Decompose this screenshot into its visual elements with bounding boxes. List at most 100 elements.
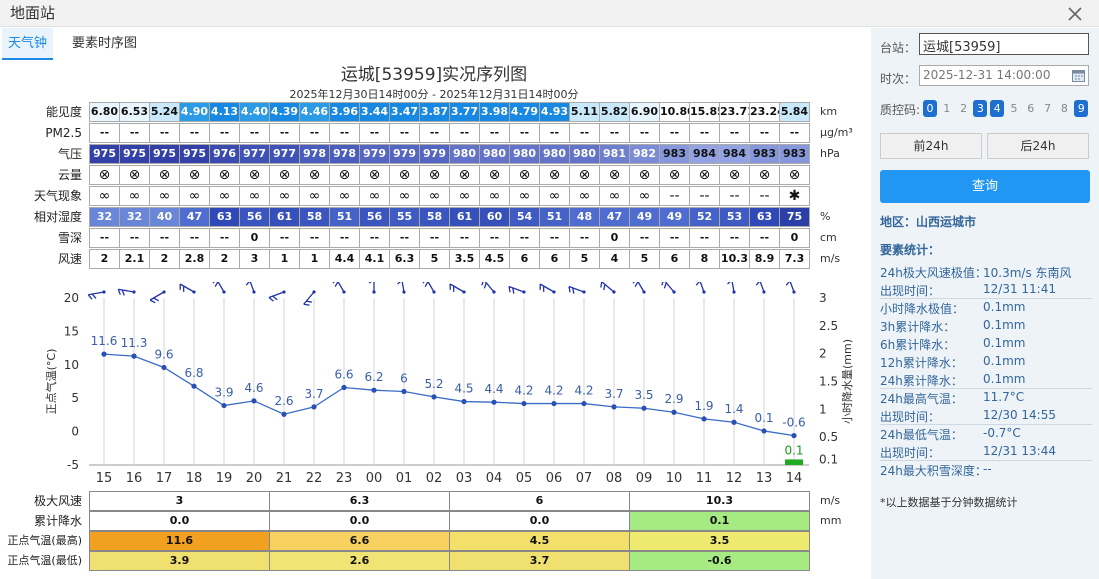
grid-cell: 47 — [599, 207, 630, 227]
grid-cell: ∞ — [569, 186, 600, 206]
grid-cell: -- — [629, 123, 660, 143]
stats-note: *以上数据基于分钟数据统计 — [880, 496, 1018, 509]
temperature-point — [761, 428, 767, 434]
grid-cell: -- — [719, 186, 750, 206]
temperature-point — [431, 394, 437, 400]
grid-cell: 10.3 — [719, 249, 750, 269]
grid-cell: 4.39 — [269, 102, 300, 122]
tab-weather-clock[interactable]: 天气钟 — [2, 28, 54, 60]
grid-cell: ∞ — [209, 186, 240, 206]
wind-barb-icon — [449, 283, 466, 294]
tab-bar: 天气钟 要素时序图 — [0, 28, 868, 60]
grid-cell: 5 — [419, 249, 450, 269]
grid-cell: 63 — [749, 207, 780, 227]
temperature-point — [581, 400, 587, 407]
temperature-data-label: 6.2 — [364, 370, 383, 384]
x-tick-label: 03 — [456, 471, 473, 482]
y2-axis-label: 小时降水量(mm) — [840, 339, 854, 424]
grid-cell: 52 — [689, 207, 720, 227]
x-tick-label: 08 — [606, 471, 623, 482]
y-tick-label: 0 — [71, 425, 79, 439]
stat-label: 出现时间： — [880, 284, 941, 298]
grid-cell: -- — [299, 228, 330, 248]
wind-barb-icon — [726, 282, 736, 294]
grid-cell: ∞ — [299, 186, 330, 206]
next-24h-button[interactable]: 后24h — [987, 133, 1089, 159]
grid-cell: 61 — [269, 207, 300, 227]
y-axis-label: 正点气温(°C) — [44, 349, 58, 415]
qc-code-3[interactable]: 3 — [973, 100, 988, 117]
query-button[interactable]: 查询 — [880, 170, 1090, 203]
grid-cell: ∞ — [629, 186, 660, 206]
qc-code-9[interactable]: 9 — [1074, 100, 1089, 117]
close-icon[interactable] — [1065, 4, 1085, 24]
grid-cell: -- — [509, 123, 540, 143]
grid-cell: -- — [749, 228, 780, 248]
grid-cell: -- — [119, 123, 150, 143]
temperature-point — [551, 400, 557, 407]
grid-cell: -- — [389, 228, 420, 248]
grid-cell: ⊗ — [149, 165, 180, 185]
grid-cell: ⊗ — [779, 165, 810, 185]
summary-cell: 3 — [89, 491, 270, 511]
temperature-data-label: 11.6 — [91, 334, 118, 348]
grid-cell: 54 — [509, 207, 540, 227]
wind-barb-icon — [179, 283, 196, 294]
temperature-point — [101, 351, 107, 357]
summary-row-unit: mm — [820, 514, 842, 527]
x-tick-label: 07 — [576, 471, 593, 482]
time-input[interactable]: 2025-12-31 14:00:00 — [919, 65, 1089, 86]
temperature-data-label: 4.2 — [574, 384, 593, 398]
grid-cell: -- — [749, 123, 780, 143]
grid-cell: ⊗ — [629, 165, 660, 185]
wind-barb-icon — [600, 282, 616, 294]
grid-cell: -- — [449, 228, 480, 248]
grid-row-label: PM2.5 — [45, 126, 82, 140]
grid-cell: ⊗ — [209, 165, 240, 185]
qc-code-0[interactable]: 0 — [923, 100, 937, 117]
tab-element-series[interactable]: 要素时序图 — [66, 28, 143, 60]
grid-cell: 5.84 — [779, 102, 810, 122]
grid-cell: ✱ — [779, 186, 810, 206]
x-tick-label: 01 — [396, 471, 413, 482]
wind-barb-icon — [661, 282, 676, 294]
prev-24h-button[interactable]: 前24h — [880, 133, 982, 159]
grid-cell: -- — [779, 123, 810, 143]
qc-code-4[interactable]: 4 — [990, 100, 1005, 117]
grid-row-label: 风速 — [57, 252, 82, 266]
qc-code-2[interactable]: 2 — [957, 100, 971, 117]
wind-barb-icon — [508, 285, 526, 294]
summary-cell: 4.5 — [449, 531, 630, 551]
temperature-point — [161, 364, 167, 371]
x-tick-label: 11 — [696, 471, 713, 482]
grid-cell: -- — [689, 186, 720, 206]
stat-label: 24h最大积雪深度： — [880, 464, 987, 478]
qc-code-1[interactable]: 1 — [940, 100, 954, 117]
grid-cell: -- — [479, 123, 510, 143]
grid-cell: 3.77 — [449, 102, 480, 122]
grid-cell: ⊗ — [449, 165, 480, 185]
calendar-icon[interactable] — [1072, 69, 1085, 82]
station-input[interactable]: 运城[53959] — [919, 33, 1089, 55]
grid-cell: 48 — [569, 207, 600, 227]
qc-code-7[interactable]: 7 — [1041, 100, 1055, 117]
grid-cell: -- — [89, 123, 120, 143]
grid-cell: 980 — [509, 144, 540, 164]
grid-cell: 6.80 — [89, 102, 120, 122]
grid-cell: 980 — [569, 144, 600, 164]
qc-code-6[interactable]: 6 — [1024, 100, 1038, 117]
summary-row-unit: m/s — [820, 494, 841, 507]
grid-cell: -- — [509, 228, 540, 248]
stat-value: 0.1mm — [983, 372, 1026, 386]
qc-code-5[interactable]: 5 — [1007, 100, 1021, 117]
qc-code-8[interactable]: 8 — [1057, 100, 1071, 117]
wind-barb-icon — [117, 288, 136, 296]
grid-cell: 5 — [629, 249, 660, 269]
grid-cell: -- — [209, 228, 240, 248]
wind-barb-icon — [568, 285, 586, 294]
grid-cell: 55 — [389, 207, 420, 227]
temperature-point — [521, 400, 527, 407]
temperature-data-label: -0.6 — [782, 416, 805, 430]
title-bar: 地面站 — [0, 0, 1099, 27]
stat-value: 10.3m/s 东南风 — [983, 266, 1072, 280]
